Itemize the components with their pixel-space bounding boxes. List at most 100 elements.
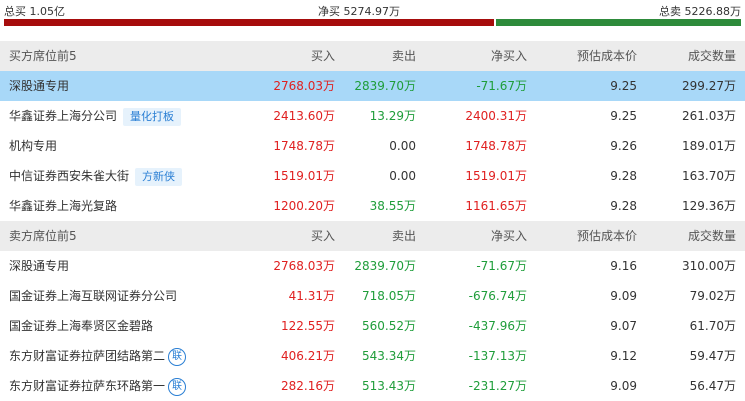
seat-name-text[interactable]: 国金证券上海奉贤区金碧路 (9, 319, 153, 333)
net-amount-cell: -137.13万 (469, 341, 527, 371)
est-cost-text: 9.28 (610, 199, 637, 213)
net-amount-text: -676.74万 (468, 289, 527, 303)
table-row[interactable]: 东方财富证券拉萨东环路第一联 282.16万 513.43万 -231.27万 9.09… (0, 371, 745, 401)
net-amount-text: 1519.01万 (465, 169, 527, 183)
buy-header-net-amount[interactable]: 净买入 (491, 41, 527, 71)
est-cost-cell: 9.16 (610, 251, 637, 281)
volume-text: 129.36万 (682, 199, 736, 213)
total-buy-label: 总买 1.05亿 (4, 5, 65, 18)
seat-name-text[interactable]: 中信证券西安朱雀大街 (9, 169, 129, 183)
net-amount-text: -231.27万 (468, 379, 527, 393)
sell-amount-text: 38.55万 (369, 199, 416, 213)
total-sell-label: 总卖 5226.88万 (659, 5, 741, 18)
table-row[interactable]: 国金证券上海奉贤区金碧路 122.55万 560.52万 -437.96万 9.07 61… (0, 311, 745, 341)
seat-name-cell[interactable]: 国金证券上海互联网证券分公司 (9, 281, 177, 311)
est-cost-text: 9.25 (610, 109, 637, 123)
volume-text: 310.00万 (682, 259, 736, 273)
seat-name-cell[interactable]: 中信证券西安朱雀大街 方新侠 (9, 161, 183, 191)
sell-amount-text: 543.34万 (362, 349, 416, 363)
volume-text: 163.70万 (682, 169, 736, 183)
sell-header-est-cost[interactable]: 预估成本价 (577, 221, 637, 251)
volume-text: 56.47万 (689, 379, 736, 393)
buy-ratio-bar (4, 19, 494, 26)
seat-name-cell[interactable]: 深股通专用 (9, 251, 69, 281)
volume-cell: 129.36万 (682, 191, 736, 221)
seat-name-cell[interactable]: 深股通专用 (9, 71, 69, 101)
buy-amount-cell: 1748.78万 (273, 131, 335, 161)
sell-header-seat-name: 卖方席位前5 (9, 229, 77, 243)
seat-name-cell[interactable]: 华鑫证券上海光复路 (9, 191, 117, 221)
net-amount-text: -137.13万 (468, 349, 527, 363)
table-row[interactable]: 华鑫证券上海分公司 量化打板 2413.60万 13.29万 2400.31万 9.25 2… (0, 101, 745, 131)
sell-header-buy-amount[interactable]: 买入 (311, 221, 335, 251)
table-row[interactable]: 深股通专用 2768.03万 2839.70万 -71.67万 9.25 299.27万 (0, 71, 745, 101)
sell-header-sell-amount[interactable]: 卖出 (392, 221, 416, 251)
volume-text: 189.01万 (682, 139, 736, 153)
volume-text: 299.27万 (682, 79, 736, 93)
est-cost-text: 9.28 (610, 169, 637, 183)
sell-amount-cell: 2839.70万 (354, 251, 416, 281)
buy-amount-cell: 1519.01万 (273, 161, 335, 191)
table-row[interactable]: 国金证券上海互联网证券分公司 41.31万 718.05万 -676.74万 9.09 7… (0, 281, 745, 311)
table-row[interactable]: 深股通专用 2768.03万 2839.70万 -71.67万 9.16 310.00万 (0, 251, 745, 281)
linked-seat-icon[interactable]: 联 (168, 377, 187, 396)
buy-amount-text: 406.21万 (281, 349, 335, 363)
seat-name-text[interactable]: 深股通专用 (9, 79, 69, 93)
net-amount-cell: 1748.78万 (465, 131, 527, 161)
seat-name-text[interactable]: 东方财富证券拉萨东环路第一 (9, 379, 165, 393)
buy-amount-cell: 41.31万 (289, 281, 335, 311)
volume-text: 79.02万 (689, 289, 736, 303)
est-cost-cell: 9.09 (610, 371, 637, 401)
sell-ratio-bar (496, 19, 741, 26)
table-row[interactable]: 机构专用 1748.78万 0.00 1748.78万 9.26 189.01万 (0, 131, 745, 161)
net-amount-cell: -437.96万 (469, 311, 527, 341)
net-amount-text: -71.67万 (476, 259, 527, 273)
net-amount-cell: 1519.01万 (465, 161, 527, 191)
sell-header-volume[interactable]: 成交数量 (688, 221, 736, 251)
net-amount-text: -71.67万 (476, 79, 527, 93)
est-cost-text: 9.16 (610, 259, 637, 273)
seat-name-text[interactable]: 东方财富证券拉萨团结路第二 (9, 349, 165, 363)
buy-amount-cell: 122.55万 (281, 311, 335, 341)
sell-amount-cell: 13.29万 (370, 101, 416, 131)
sell-amount-text: 13.29万 (369, 109, 416, 123)
est-cost-cell: 9.25 (610, 101, 637, 131)
buy-header-volume[interactable]: 成交数量 (688, 41, 736, 71)
buy-header-buy-amount[interactable]: 买入 (311, 41, 335, 71)
table-row[interactable]: 中信证券西安朱雀大街 方新侠 1519.01万 0.00 1519.01万 9.28 163… (0, 161, 745, 191)
net-amount-cell: -231.27万 (469, 371, 527, 401)
buy-header-sell-amount[interactable]: 卖出 (392, 41, 416, 71)
seat-name-text[interactable]: 华鑫证券上海分公司 (9, 109, 117, 123)
table-row[interactable]: 东方财富证券拉萨团结路第二联 406.21万 543.34万 -137.13万 9.12… (0, 341, 745, 371)
seat-name-text[interactable]: 机构专用 (9, 139, 57, 153)
sell-amount-text: 513.43万 (362, 379, 416, 393)
sell-amount-cell: 0.00 (389, 131, 416, 161)
sell-header-net-amount[interactable]: 净买入 (491, 221, 527, 251)
seat-name-text[interactable]: 华鑫证券上海光复路 (9, 199, 117, 213)
sell-amount-text: 2839.70万 (354, 79, 416, 93)
buy-amount-text: 282.16万 (281, 379, 335, 393)
seat-name-text[interactable]: 国金证券上海互联网证券分公司 (9, 289, 177, 303)
net-amount-text: 1748.78万 (465, 139, 527, 153)
sell-amount-cell: 718.05万 (362, 281, 416, 311)
net-amount-text: -437.96万 (468, 319, 527, 333)
volume-cell: 79.02万 (690, 281, 736, 311)
sell-amount-text: 0.00 (389, 139, 416, 153)
buy-amount-text: 122.55万 (281, 319, 335, 333)
seat-tag[interactable]: 量化打板 (123, 107, 182, 126)
seat-name-cell[interactable]: 东方财富证券拉萨团结路第二联 (9, 341, 187, 371)
linked-seat-icon[interactable]: 联 (168, 347, 187, 366)
volume-text: 59.47万 (689, 349, 736, 363)
table-row[interactable]: 华鑫证券上海光复路 1200.20万 38.55万 1161.65万 9.28 129.3… (0, 191, 745, 221)
buy-header-est-cost[interactable]: 预估成本价 (577, 41, 637, 71)
seat-name-cell[interactable]: 华鑫证券上海分公司 量化打板 (9, 101, 182, 131)
est-cost-text: 9.26 (610, 139, 637, 153)
net-amount-cell: 2400.31万 (465, 101, 527, 131)
est-cost-text: 9.25 (610, 79, 637, 93)
seat-name-cell[interactable]: 国金证券上海奉贤区金碧路 (9, 311, 153, 341)
seat-name-cell[interactable]: 东方财富证券拉萨东环路第一联 (9, 371, 187, 401)
seat-name-cell[interactable]: 机构专用 (9, 131, 57, 161)
seat-name-text[interactable]: 深股通专用 (9, 259, 69, 273)
seat-tag[interactable]: 方新侠 (135, 167, 183, 186)
net-amount-text: 2400.31万 (465, 109, 527, 123)
